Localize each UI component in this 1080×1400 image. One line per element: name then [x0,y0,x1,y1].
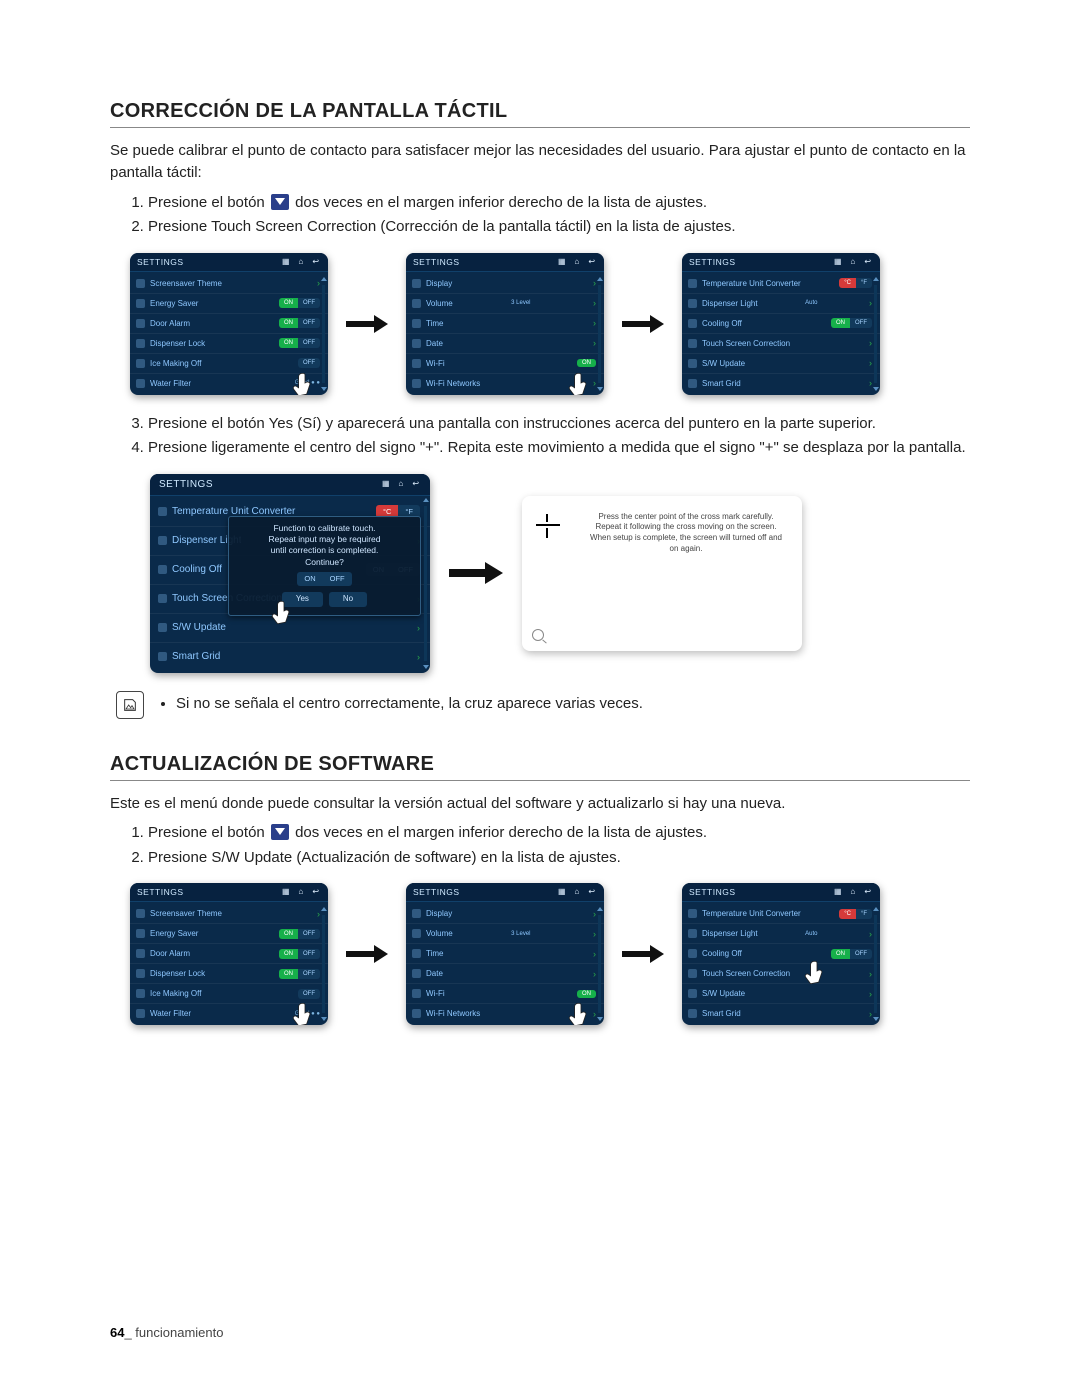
panel-title: SETTINGS ▦ ⌂ ↩ [130,253,328,272]
arrow-right-icon [620,941,666,967]
note-touch: Si no se señala el centro correctamente,… [116,691,970,719]
step-1: Presione el botón dos veces en el margen… [148,192,970,215]
note-icon [116,691,144,719]
step-2: Presione Touch Screen Correction (Correc… [148,216,970,239]
arrow-right-icon [620,311,666,337]
settings-panel-c: SETTINGS ▦⌂↩ Temperature Unit Converter°… [682,253,880,395]
scroll-down-icon [271,194,289,210]
settings-panel-c-sw: SETTINGS ▦⌂↩ Temperature Unit Converter°… [682,883,880,1025]
grid-icon: ▦ [281,257,291,267]
section-title-touch: CORRECCIÓN DE LA PANTALLA TÁCTIL [110,100,970,128]
arrow-right-icon [344,941,390,967]
settings-panel-c-large: SETTINGS ▦⌂↩ Temperature Unit Converter°… [150,474,430,673]
panel-row-touch-1: SETTINGS ▦ ⌂ ↩ Screensaver Theme› Energy… [130,253,970,395]
calibration-screen: Press the center point of the cross mark… [522,496,802,651]
scroll-down-icon [271,824,289,840]
intro-sw: Este es el menú donde puede consultar la… [110,793,970,815]
page-footer: 64_ funcionamiento [110,1325,970,1340]
cross-mark-icon [536,514,560,538]
home-icon: ⌂ [296,257,306,267]
sw-step-1: Presione el botón dos veces en el margen… [148,822,970,845]
section-title-sw: ACTUALIZACIÓN DE SOFTWARE [110,753,970,781]
settings-panel-b: SETTINGS ▦⌂↩ Display› Volume3 Level› Tim… [406,253,604,395]
dialog-no-button[interactable]: No [329,592,367,607]
calibration-dialog: Function to calibrate touch. Repeat inpu… [228,516,421,616]
arrow-right-icon [446,557,506,589]
steps-touch-a: Presione el botón dos veces en el margen… [148,192,970,239]
settings-panel-b-sw: SETTINGS ▦⌂↩ Display› Volume3 Level› Tim… [406,883,604,1025]
sw-step-2: Presione S/W Update (Actualización de so… [148,847,970,870]
panel-row-sw: SETTINGS ▦⌂↩ Screensaver Theme› Energy S… [130,883,970,1025]
step-3: Presione el botón Yes (Sí) y aparecerá u… [148,413,970,436]
magnifier-icon [532,629,544,641]
panel-row-touch-2: SETTINGS ▦⌂↩ Temperature Unit Converter°… [150,474,970,673]
steps-touch-b: Presione el botón Yes (Sí) y aparecerá u… [148,413,970,460]
steps-sw: Presione el botón dos veces en el margen… [148,822,970,869]
calibration-instructions: Press the center point of the cross mark… [586,512,786,555]
back-icon: ↩ [311,257,321,267]
step-4: Presione ligeramente el centro del signo… [148,437,970,460]
intro-touch: Se puede calibrar el punto de contacto p… [110,140,970,184]
arrow-right-icon [344,311,390,337]
settings-panel-a-sw: SETTINGS ▦⌂↩ Screensaver Theme› Energy S… [130,883,328,1025]
settings-panel-a: SETTINGS ▦ ⌂ ↩ Screensaver Theme› Energy… [130,253,328,395]
dialog-yes-button[interactable]: Yes [282,592,323,607]
